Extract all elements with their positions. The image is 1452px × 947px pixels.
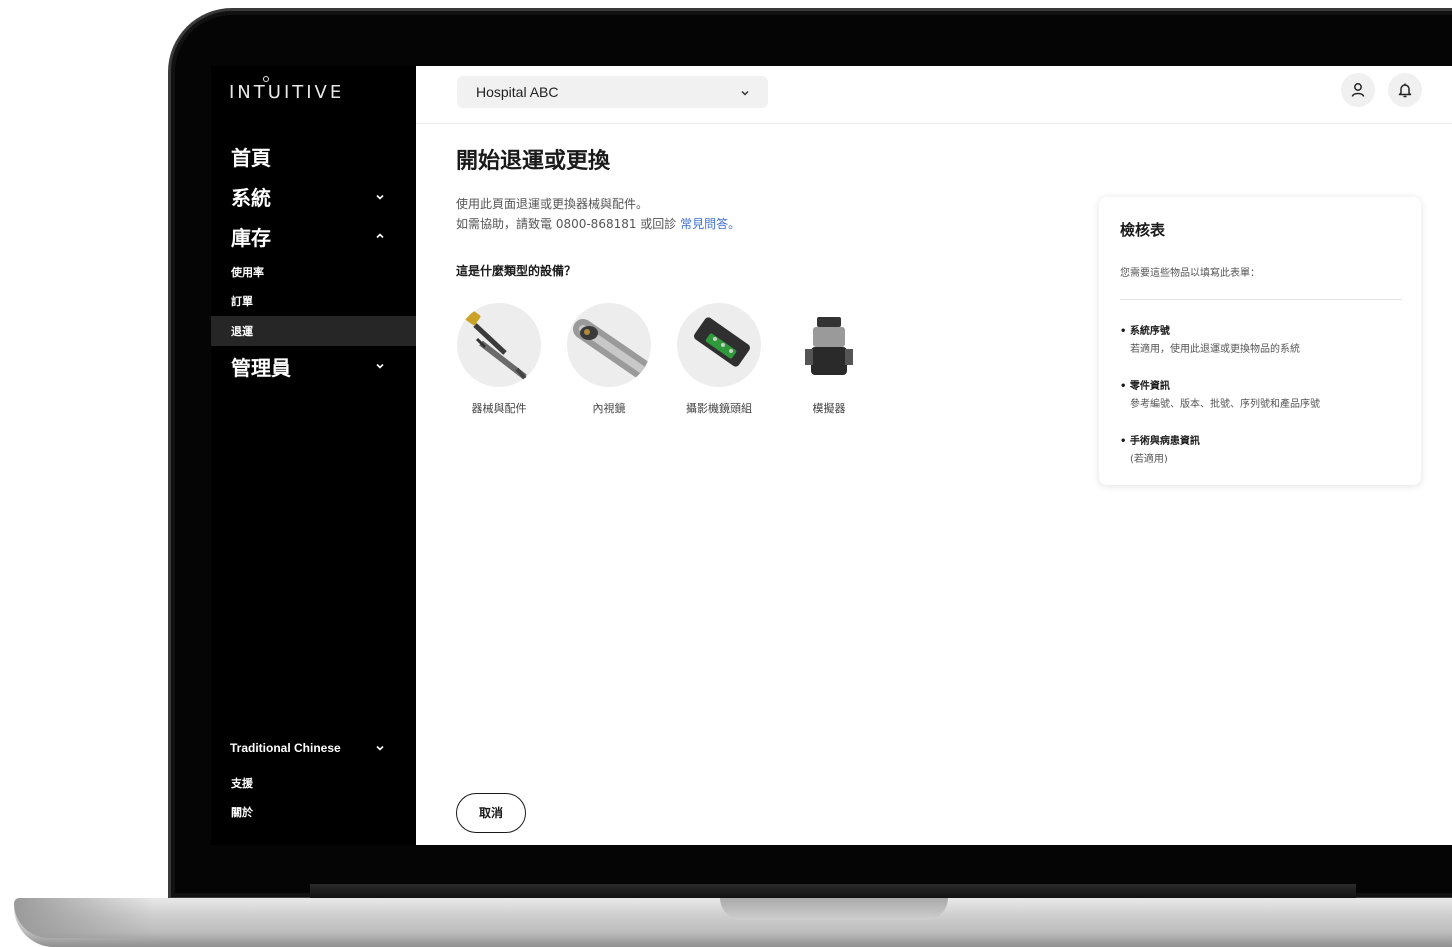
user-icon xyxy=(1351,83,1365,97)
device-label: 內視鏡 xyxy=(592,402,626,415)
chevron-up-icon[interactable] xyxy=(374,230,386,242)
sidebar-subitem-returns[interactable]: 退運 xyxy=(231,323,253,339)
checklist-card: 檢核表 您需要這些物品以填寫此表單： 系統序號 若適用，使用此退運或更換物品的系… xyxy=(1099,197,1421,485)
device-label: 模擬器 xyxy=(812,402,846,415)
app-screen: INTUITIVE 首頁 系統 庫存 使用率 訂單 退運 管理員 Traditi… xyxy=(211,66,1452,845)
checklist-item-head: 零件資訊 xyxy=(1120,377,1320,392)
top-bar: Hospital ABC xyxy=(416,66,1452,124)
chevron-down-icon[interactable] xyxy=(374,191,386,203)
checklist-item-body: 若適用，使用此退運或更換物品的系統 xyxy=(1130,344,1300,355)
device-label: 攝影機鏡頭組 xyxy=(686,402,752,415)
bell-icon xyxy=(1398,83,1412,98)
device-option-camera-head[interactable]: 攝影機鏡頭組 xyxy=(676,303,762,416)
page-title: 開始退運或更換 xyxy=(456,149,611,174)
chevron-down-icon[interactable] xyxy=(374,742,386,754)
laptop-hinge xyxy=(310,884,1356,898)
sidebar-item-home[interactable]: 首頁 xyxy=(231,142,271,171)
checklist-item-body: 參考編號、版本、批號、序列號和產品序號 xyxy=(1130,399,1320,410)
chevron-down-icon xyxy=(739,86,751,102)
sidebar-subitem-usage[interactable]: 使用率 xyxy=(231,264,264,280)
checklist-title: 檢核表 xyxy=(1120,221,1166,239)
sidebar-item-systems[interactable]: 系統 xyxy=(231,182,271,211)
device-type-question: 這是什麼類型的設備？ xyxy=(456,264,577,278)
sidebar-subitem-orders[interactable]: 訂單 xyxy=(231,293,253,309)
laptop-notch xyxy=(720,898,948,920)
about-link[interactable]: 關於 xyxy=(231,804,253,820)
simulator-icon xyxy=(787,303,871,387)
device-option-instruments[interactable]: 器械與配件 xyxy=(456,303,542,416)
laptop-base-shade xyxy=(14,898,154,938)
checklist-item: 零件資訊 參考編號、版本、批號、序列號和產品序號 xyxy=(1120,377,1320,410)
hospital-select-value: Hospital ABC xyxy=(476,84,559,100)
page-description: 使用此頁面退運或更換器械與配件。 xyxy=(456,197,649,211)
help-text: 如需協助，請致電 0800-868181 或回診 常見問答。 xyxy=(456,215,740,232)
language-selector[interactable]: Traditional Chinese xyxy=(230,741,341,755)
sidebar-item-inventory[interactable]: 庫存 xyxy=(231,222,271,251)
sidebar-item-admin[interactable]: 管理員 xyxy=(231,352,291,381)
checklist-item-head: 手術與病患資訊 xyxy=(1120,432,1200,447)
device-option-endoscope[interactable]: 內視鏡 xyxy=(566,303,652,416)
chevron-down-icon[interactable] xyxy=(374,360,386,372)
device-option-simulator[interactable]: 模擬器 xyxy=(786,303,872,416)
checklist-item-body: (若適用) xyxy=(1130,454,1168,465)
cancel-button[interactable]: 取消 xyxy=(456,793,526,833)
faq-link[interactable]: 常見問答。 xyxy=(680,217,740,231)
checklist-subtitle: 您需要這些物品以填寫此表單： xyxy=(1120,268,1260,279)
support-link[interactable]: 支援 xyxy=(231,775,253,791)
endoscope-icon xyxy=(567,303,651,387)
device-label: 器械與配件 xyxy=(471,402,527,415)
sidebar: INTUITIVE 首頁 系統 庫存 使用率 訂單 退運 管理員 Traditi… xyxy=(211,66,416,845)
checklist-item: 系統序號 若適用，使用此退運或更換物品的系統 xyxy=(1120,322,1300,355)
hospital-select[interactable]: Hospital ABC xyxy=(457,76,768,108)
logo-dot xyxy=(263,76,269,82)
intuitive-logo[interactable]: INTUITIVE xyxy=(229,82,344,103)
checklist-item-head: 系統序號 xyxy=(1120,322,1300,337)
main-content: Hospital ABC 開始退運或更換 使用此頁面退運或更換器械與配件。 如需… xyxy=(416,66,1452,845)
camera-head-icon xyxy=(677,303,761,387)
checklist-item: 手術與病患資訊 (若適用) xyxy=(1120,432,1200,465)
divider xyxy=(1120,299,1402,300)
user-button[interactable] xyxy=(1341,73,1375,107)
instrument-icon xyxy=(457,303,541,387)
notifications-button[interactable] xyxy=(1388,73,1422,107)
help-text-prefix: 如需協助，請致電 0800-868181 或回診 xyxy=(456,217,677,231)
